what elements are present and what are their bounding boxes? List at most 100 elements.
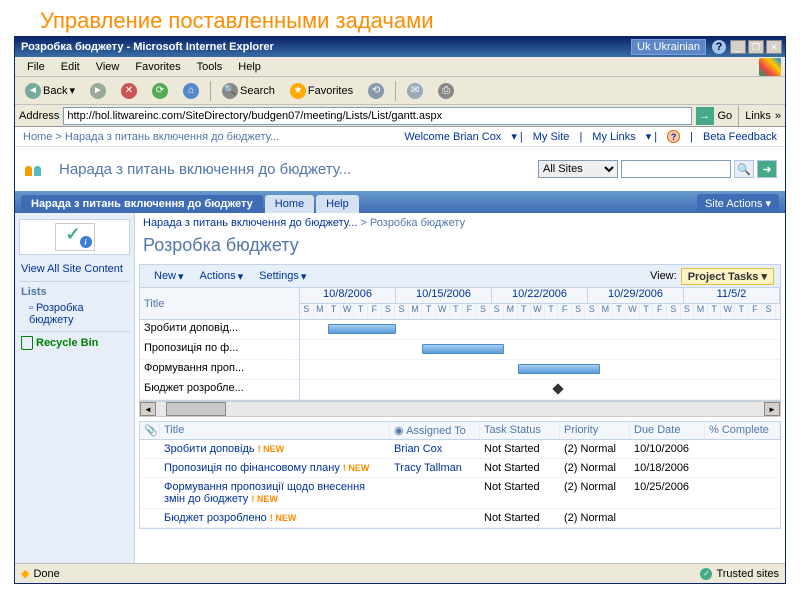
actions-menu[interactable]: Actions ▾: [192, 268, 252, 285]
links-label[interactable]: Links: [745, 110, 771, 122]
assigned-cell[interactable]: Tracy Tallman: [390, 461, 480, 475]
col-status[interactable]: Task Status: [480, 422, 560, 439]
menu-favorites[interactable]: Favorites: [127, 59, 188, 75]
search-button[interactable]: 🔍Search: [216, 80, 281, 102]
page-breadcrumb: Нарада з питань включення до бюджету... …: [135, 213, 785, 233]
tab-main[interactable]: Нарада з питань включення до бюджету: [21, 195, 263, 213]
due-cell: [630, 511, 705, 525]
mail-button[interactable]: ✉: [401, 80, 429, 102]
tasks-icon: i: [55, 223, 95, 251]
refresh-button[interactable]: ⟳: [146, 80, 174, 102]
stop-button[interactable]: ✕: [115, 80, 143, 102]
history-button[interactable]: ⟲: [362, 80, 390, 102]
links-chevron[interactable]: »: [775, 110, 781, 122]
search-input[interactable]: [621, 160, 731, 178]
milestone-icon[interactable]: [552, 383, 563, 394]
help-icon[interactable]: ?: [712, 40, 726, 54]
menu-help[interactable]: Help: [230, 59, 269, 75]
menu-file[interactable]: File: [19, 59, 53, 75]
search-box: All Sites 🔍 ➜: [538, 160, 777, 178]
close-button[interactable]: ✕: [766, 40, 782, 54]
status-cell: Not Started: [480, 461, 560, 475]
col-due[interactable]: Due Date: [630, 422, 705, 439]
recycle-bin-link[interactable]: Recycle Bin: [19, 331, 130, 354]
task-title-link[interactable]: Бюджет розроблено ! NEW: [160, 511, 390, 525]
history-icon: ⟲: [368, 83, 384, 99]
assigned-cell[interactable]: [390, 480, 480, 506]
print-button[interactable]: ⎙: [432, 80, 460, 102]
table-row[interactable]: Пропозиція по фінансовому плану ! NEW Tr…: [140, 459, 780, 478]
assigned-cell[interactable]: [390, 511, 480, 525]
address-label: Address: [19, 110, 59, 122]
favorites-button[interactable]: ★Favorites: [284, 80, 359, 102]
gantt-scrollbar[interactable]: ◄ ►: [139, 401, 781, 417]
back-icon: ◄: [25, 83, 41, 99]
complete-cell: [705, 511, 780, 525]
address-input[interactable]: [63, 107, 691, 125]
mylinks-link[interactable]: My Links: [592, 131, 635, 143]
settings-menu[interactable]: Settings ▾: [251, 268, 314, 285]
table-row[interactable]: Зробити доповідь ! NEW Brian Cox Not Sta…: [140, 440, 780, 459]
beta-feedback-link[interactable]: Beta Feedback: [703, 131, 777, 143]
col-title[interactable]: Title: [160, 422, 390, 439]
go-button[interactable]: →: [696, 107, 714, 125]
menu-tools[interactable]: Tools: [189, 59, 231, 75]
gantt-task-name[interactable]: Зробити доповід...: [140, 320, 299, 340]
scroll-right-button[interactable]: ►: [764, 402, 780, 416]
crumb-parent[interactable]: Нарада з питань включення до бюджету...: [143, 217, 357, 229]
table-row[interactable]: Формування пропозиції щодо внесення змін…: [140, 478, 780, 509]
tab-help[interactable]: Help: [316, 195, 359, 213]
menu-view[interactable]: View: [88, 59, 128, 75]
gantt-task-name[interactable]: Бюджет розробле...: [140, 380, 299, 400]
crumb-current: Розробка бюджету: [370, 217, 465, 229]
forward-button[interactable]: ►: [84, 80, 112, 102]
table-row[interactable]: Бюджет розроблено ! NEW Not Started (2) …: [140, 509, 780, 528]
menu-edit[interactable]: Edit: [53, 59, 88, 75]
gantt-row: [300, 360, 780, 380]
mysite-link[interactable]: My Site: [533, 131, 570, 143]
forward-icon: ►: [90, 83, 106, 99]
search-go-button[interactable]: 🔍: [734, 160, 754, 178]
list-toolbar: New ▾ Actions ▾ Settings ▾ View: Project…: [139, 264, 781, 288]
help-icon[interactable]: ?: [667, 130, 680, 143]
new-menu[interactable]: New ▾: [146, 268, 192, 285]
col-attachment[interactable]: 📎: [140, 422, 160, 439]
refresh-icon: ⟳: [152, 83, 168, 99]
minimize-button[interactable]: _: [730, 40, 746, 54]
status-done: Done: [33, 568, 59, 580]
view-label: View:: [650, 270, 677, 282]
gantt-task-name[interactable]: Формування проп...: [140, 360, 299, 380]
complete-cell: [705, 461, 780, 475]
site-actions-menu[interactable]: Site Actions ▾: [697, 194, 779, 213]
tab-home[interactable]: Home: [265, 195, 314, 213]
gantt-row: [300, 340, 780, 360]
gantt-bar[interactable]: [518, 364, 600, 374]
task-title-link[interactable]: Пропозиція по фінансовому плану ! NEW: [160, 461, 390, 475]
advanced-search-button[interactable]: ➜: [757, 160, 777, 178]
left-sidebar: i View All Site Content Lists ▫ Розробка…: [15, 213, 135, 563]
view-all-content-link[interactable]: View All Site Content: [19, 260, 130, 278]
welcome-user[interactable]: Welcome Brian Cox: [404, 131, 501, 143]
assigned-cell[interactable]: Brian Cox: [390, 442, 480, 456]
col-priority[interactable]: Priority: [560, 422, 630, 439]
col-assigned[interactable]: ◉ Assigned To: [390, 422, 480, 439]
gantt-task-name[interactable]: Пропозиція по ф...: [140, 340, 299, 360]
language-indicator[interactable]: Uk Ukrainian: [631, 39, 706, 55]
gantt-bar[interactable]: [328, 324, 396, 334]
home-button[interactable]: ⌂: [177, 80, 205, 102]
page-title: Розробка бюджету: [135, 233, 785, 264]
scroll-thumb[interactable]: [166, 402, 226, 416]
col-complete[interactable]: % Complete: [705, 422, 780, 439]
restore-button[interactable]: ❐: [748, 40, 764, 54]
scroll-left-button[interactable]: ◄: [140, 402, 156, 416]
ie-logo-icon: [759, 58, 781, 76]
search-scope-select[interactable]: All Sites: [538, 160, 618, 178]
search-icon: 🔍: [222, 83, 238, 99]
task-title-link[interactable]: Формування пропозиції щодо внесення змін…: [160, 480, 390, 506]
breadcrumb[interactable]: Home > Нарада з питань включення до бюдж…: [23, 131, 404, 143]
gantt-bar[interactable]: [422, 344, 504, 354]
task-title-link[interactable]: Зробити доповідь ! NEW: [160, 442, 390, 456]
sidebar-item-budget[interactable]: ▫ Розробка бюджету: [19, 300, 130, 328]
back-button[interactable]: ◄Back ▾: [19, 80, 81, 102]
view-selector[interactable]: Project Tasks ▾: [681, 268, 774, 285]
